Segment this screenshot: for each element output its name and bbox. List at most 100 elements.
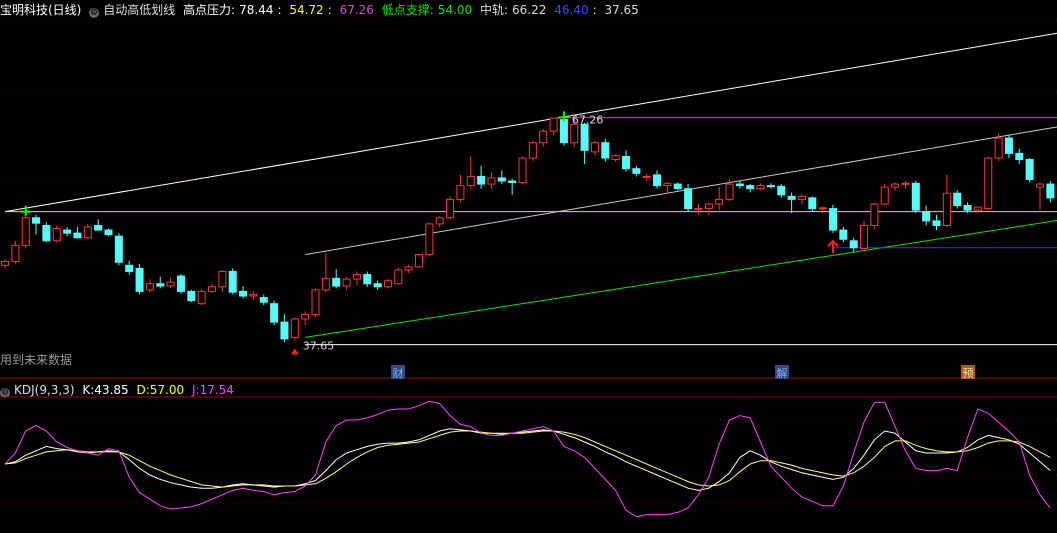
candle-body [363,274,372,285]
candle-body [187,290,196,302]
candle-body [808,197,817,210]
candle-body [456,185,465,200]
candle-body [601,142,610,159]
candle-body [860,224,869,249]
candle-body [673,183,682,190]
low-arrow-icon [827,239,839,254]
candle-body [125,264,134,272]
candle-body [239,290,248,297]
candle-body [1025,159,1034,180]
low-price-label: 37.65 [303,340,335,353]
candle-body [270,303,279,323]
candle-body [446,198,455,219]
kdj-line-k [4,428,1051,491]
future-data-note: 用到未来数据 [0,352,72,367]
candle-body [797,195,806,200]
candle-body [1046,183,1055,199]
candle-body [777,185,786,196]
candle-body [653,174,662,187]
candle-body [487,177,496,185]
candle-body [249,293,258,297]
candle-body [228,270,237,293]
candle-body [435,217,444,225]
event-badge-label: 解 [777,366,788,380]
candle-body [394,269,403,285]
candle-body [632,168,641,174]
candle-body [963,205,972,211]
candle-body [559,119,568,144]
kdj-line-d [4,430,1051,488]
candle-body [549,117,558,132]
candle-body [922,211,931,222]
candle-body [1,261,9,266]
candle-body [497,177,506,182]
candle-body [839,229,848,240]
candle-body [953,192,962,207]
candle-body [539,130,548,144]
candle-body [301,313,310,320]
candle-body [870,203,879,226]
candle-body [176,275,185,292]
candle-body [891,183,900,188]
candle-body [94,224,103,231]
candle-body [373,283,382,288]
candle-body [218,270,227,288]
candle-body [611,155,620,161]
candle-body [849,240,858,249]
candle-body [352,274,361,280]
candle-body [622,155,630,170]
candle-body [166,281,175,287]
candle-body [1004,137,1013,154]
candle-body [52,228,61,242]
candle-body [425,223,434,256]
candle-body [145,283,154,291]
candle-body [21,217,30,246]
candle-body [880,186,889,205]
candle-body [642,175,651,178]
candle-body [570,123,579,144]
candle-body [518,157,527,184]
candle-body [829,208,837,231]
candle-body [1036,183,1044,188]
candle-body [901,182,910,185]
candle-body [466,175,475,187]
candle-body [259,297,268,303]
candle-body [73,232,82,239]
candle-body [135,267,144,292]
candle-body [932,220,941,226]
candle-body [684,188,693,210]
candle-body [42,224,51,242]
candle-body [477,175,486,185]
candle-body [290,318,299,338]
candle-body [383,280,392,288]
candle-body [735,183,744,187]
candle-body [156,283,165,287]
candle-body [404,266,413,271]
candle-body [766,185,775,188]
event-badge-label: 财 [393,366,404,380]
candle-body [756,185,765,190]
candle-body [32,217,41,224]
upper-channel-line [4,32,1057,213]
candle-body [725,183,734,200]
candle-body [818,207,827,210]
support-line [305,220,1057,338]
candle-body [590,142,599,153]
candle-body [311,289,320,315]
candle-body [1015,152,1024,161]
candle-body [342,278,351,287]
candle-body [787,195,796,200]
candle-body [973,206,982,211]
candle-body [63,229,72,234]
candle-body [715,198,724,205]
candle-body [208,286,216,292]
candle-body [415,254,423,268]
candle-body [197,290,206,305]
kdj-line-j [4,400,1051,518]
candle-body [83,226,92,239]
candle-body [694,208,703,211]
candle-body [332,277,341,287]
candle-body [280,321,289,340]
candle-body [321,277,330,291]
chart-canvas[interactable]: 67.26 37.65 用到未来数据财 解 预 [0,0,1057,533]
